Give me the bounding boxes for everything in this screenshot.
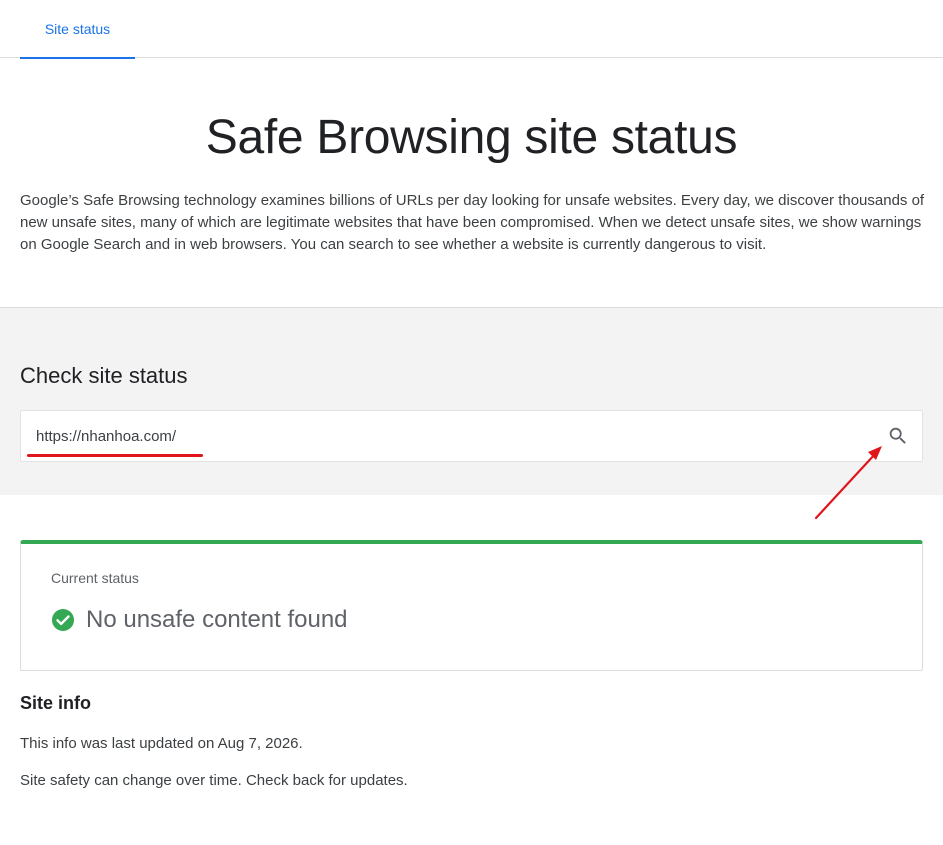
status-card: Current status No unsafe content found xyxy=(20,540,923,671)
last-updated-text: This info was last updated on Aug 7, 202… xyxy=(20,735,303,752)
annotation-underline xyxy=(27,454,203,457)
tab-bar: Site status xyxy=(0,0,943,59)
check-site-status-section: Check site status xyxy=(0,307,943,495)
status-result-row: No unsafe content found xyxy=(51,606,348,634)
site-info-heading: Site info xyxy=(20,693,91,713)
page-title: Safe Browsing site status xyxy=(205,111,738,164)
current-status-label: Current status xyxy=(51,570,139,586)
safety-note-text: Site safety can change over time. Check … xyxy=(20,772,408,789)
search-icon xyxy=(889,427,906,444)
tab-site-status[interactable]: Site status xyxy=(20,0,135,59)
check-site-status-heading: Check site status xyxy=(20,363,188,388)
annotation-arrow-icon xyxy=(814,446,882,520)
intro-paragraph: Google’s Safe Browsing technology examin… xyxy=(20,192,925,253)
status-result-text: No unsafe content found xyxy=(86,606,348,633)
tab-site-status-label: Site status xyxy=(44,21,111,37)
check-circle-icon xyxy=(52,609,74,631)
